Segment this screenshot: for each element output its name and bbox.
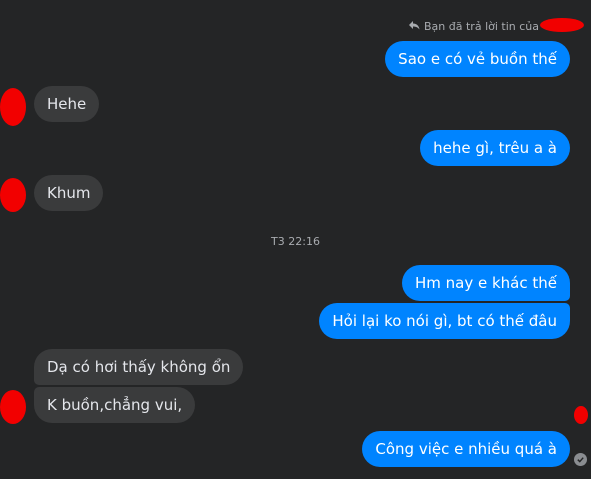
- redaction-mark: [574, 406, 588, 424]
- message-incoming[interactable]: Khum: [34, 175, 104, 211]
- message-outgoing[interactable]: Hm nay e khác thế: [401, 265, 570, 301]
- reply-indicator-text: Bạn đã trả lời tin của: [424, 20, 539, 33]
- reply-arrow-icon: [408, 20, 420, 33]
- message-thread: Bạn đã trả lời tin của Sao e có vẻ buồn …: [0, 0, 591, 479]
- message-outgoing[interactable]: hehe gì, trêu a à: [420, 130, 570, 166]
- message-outgoing[interactable]: Hỏi lại ko nói gì, bt có thế đâu: [319, 303, 570, 339]
- seen-check-icon: [574, 453, 587, 466]
- redacted-avatar: [0, 178, 26, 212]
- message-outgoing[interactable]: Công việc e nhiều quá à: [362, 431, 570, 467]
- redacted-avatar: [0, 88, 26, 126]
- message-incoming[interactable]: Dạ có hơi thấy không ổn: [34, 349, 244, 385]
- message-timestamp: T3 22:16: [271, 235, 320, 248]
- message-incoming[interactable]: K buồn,chẳng vui,: [34, 387, 196, 423]
- redaction-mark: [540, 18, 584, 32]
- message-incoming[interactable]: Hehe: [34, 86, 100, 122]
- reply-indicator: Bạn đã trả lời tin của: [408, 20, 539, 33]
- redacted-avatar: [0, 390, 26, 424]
- message-outgoing[interactable]: Sao e có vẻ buồn thế: [385, 41, 570, 77]
